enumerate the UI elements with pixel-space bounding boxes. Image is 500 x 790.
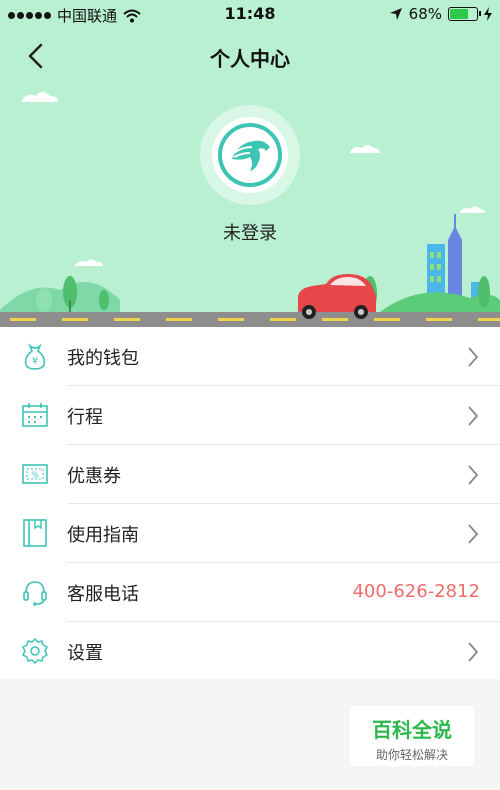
- customer-service-phone[interactable]: 400-626-2812: [352, 581, 480, 602]
- nav-bar: 个人中心: [0, 36, 500, 76]
- horse-logo-icon: [218, 123, 282, 187]
- guide-book-icon: [23, 519, 47, 547]
- headset-icon: [23, 581, 47, 606]
- chevron-right-icon: [468, 347, 479, 367]
- baike-watermark: 百科全说 助你轻松解决: [350, 706, 474, 766]
- battery-percent: 68%: [408, 5, 442, 23]
- wallet-icon: ¥: [24, 343, 46, 370]
- menu-item-guide[interactable]: 使用指南: [0, 504, 500, 562]
- menu-item-coupons[interactable]: % 优惠券: [0, 445, 500, 503]
- menu-item-label: 设置: [67, 643, 103, 664]
- gear-icon: [22, 638, 48, 664]
- location-arrow-icon: [389, 8, 402, 20]
- svg-text:%: %: [31, 471, 39, 480]
- menu-item-label: 使用指南: [67, 525, 139, 546]
- chevron-right-icon: [468, 465, 479, 485]
- chevron-right-icon: [468, 642, 479, 662]
- calendar-icon: [22, 403, 48, 427]
- profile-header: 中国联通 11:48 68% 个人中心 未登录: [0, 0, 500, 327]
- avatar-ring[interactable]: [200, 105, 300, 205]
- menu-item-wallet[interactable]: ¥ 我的钱包: [0, 327, 500, 385]
- menu-list: ¥ 我的钱包 行程 % 优惠券 使用指南 客服电话 400-626-2812 设…: [0, 327, 500, 679]
- page-title: 个人中心: [210, 47, 290, 71]
- battery-icon: [448, 7, 481, 21]
- menu-item-label: 客服电话: [67, 584, 139, 605]
- menu-item-label: 行程: [67, 407, 103, 428]
- avatar[interactable]: [212, 117, 288, 193]
- chevron-right-icon: [468, 406, 479, 426]
- login-status-label[interactable]: 未登录: [0, 219, 500, 245]
- coupon-icon: %: [22, 464, 48, 484]
- menu-item-settings[interactable]: 设置: [0, 622, 500, 680]
- svg-text:¥: ¥: [32, 356, 38, 367]
- menu-item-trips[interactable]: 行程: [0, 386, 500, 444]
- watermark-subtitle: 助你轻松解决: [375, 748, 448, 762]
- status-bar: 中国联通 11:48 68%: [0, 0, 500, 28]
- menu-item-label: 我的钱包: [67, 348, 139, 369]
- charging-bolt-icon: [484, 7, 492, 21]
- menu-item-label: 优惠券: [67, 466, 121, 487]
- menu-item-customer-service[interactable]: 客服电话 400-626-2812: [0, 563, 500, 621]
- chevron-right-icon: [468, 524, 479, 544]
- watermark-title: 百科全说: [372, 718, 452, 742]
